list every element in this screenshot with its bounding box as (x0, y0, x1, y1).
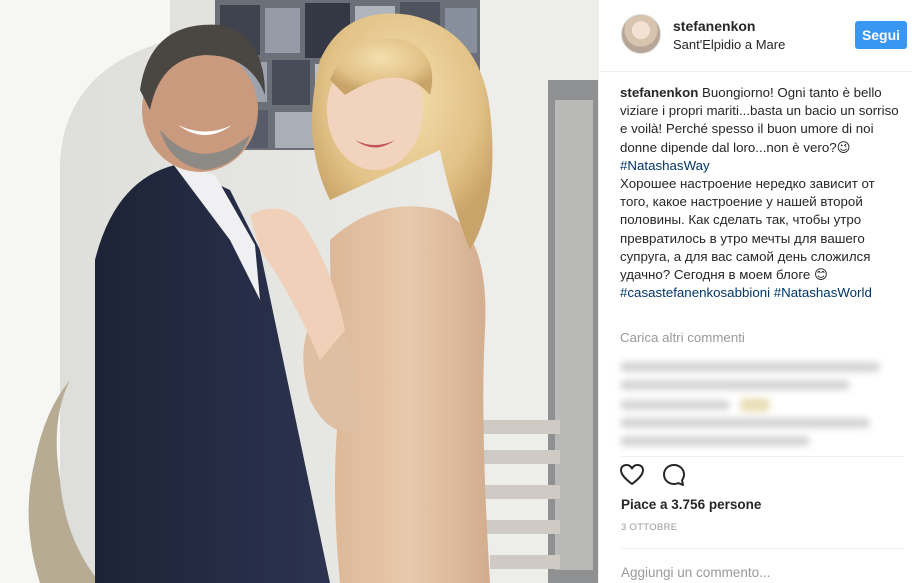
divider (621, 548, 903, 549)
post-header: stefanenkon Sant'Elpidio a Mare Segui (599, 0, 912, 72)
divider (621, 456, 903, 457)
speech-bubble-icon[interactable] (661, 462, 687, 488)
follow-button[interactable]: Segui (855, 21, 907, 49)
post-caption: stefanenkon Buongiorno! Ogni tanto è bel… (620, 84, 900, 302)
likes-count[interactable]: Piace a 3.756 persone (621, 497, 761, 512)
avatar[interactable] (621, 14, 661, 54)
blurred-comments (620, 356, 900, 452)
hashtag-natashasway[interactable]: #NatashasWay (620, 158, 710, 173)
caption-text-russian: Хорошее настроение нередко зависит от то… (620, 176, 875, 283)
wink-emoji: 😉 (836, 139, 851, 155)
hashtag-natashasworld[interactable]: #NatashasWorld (774, 285, 872, 300)
comment-input[interactable] (621, 562, 901, 582)
username-link[interactable]: stefanenkon (673, 18, 755, 34)
post-actions (619, 462, 687, 490)
caption-username[interactable]: stefanenkon (620, 85, 698, 100)
photo-illustration (0, 0, 598, 583)
post-side-panel: stefanenkon Sant'Elpidio a Mare Segui st… (598, 0, 912, 583)
post-photo[interactable] (0, 0, 598, 583)
location-link[interactable]: Sant'Elpidio a Mare (673, 37, 785, 52)
heart-icon[interactable] (619, 462, 645, 488)
hashtag-casastefanenkosabbioni[interactable]: #casastefanenkosabbioni (620, 285, 770, 300)
smile-emoji: 😊 (813, 267, 828, 283)
post-date[interactable]: 3 OTTOBRE (621, 522, 677, 533)
load-more-comments[interactable]: Carica altri commenti (620, 330, 745, 345)
